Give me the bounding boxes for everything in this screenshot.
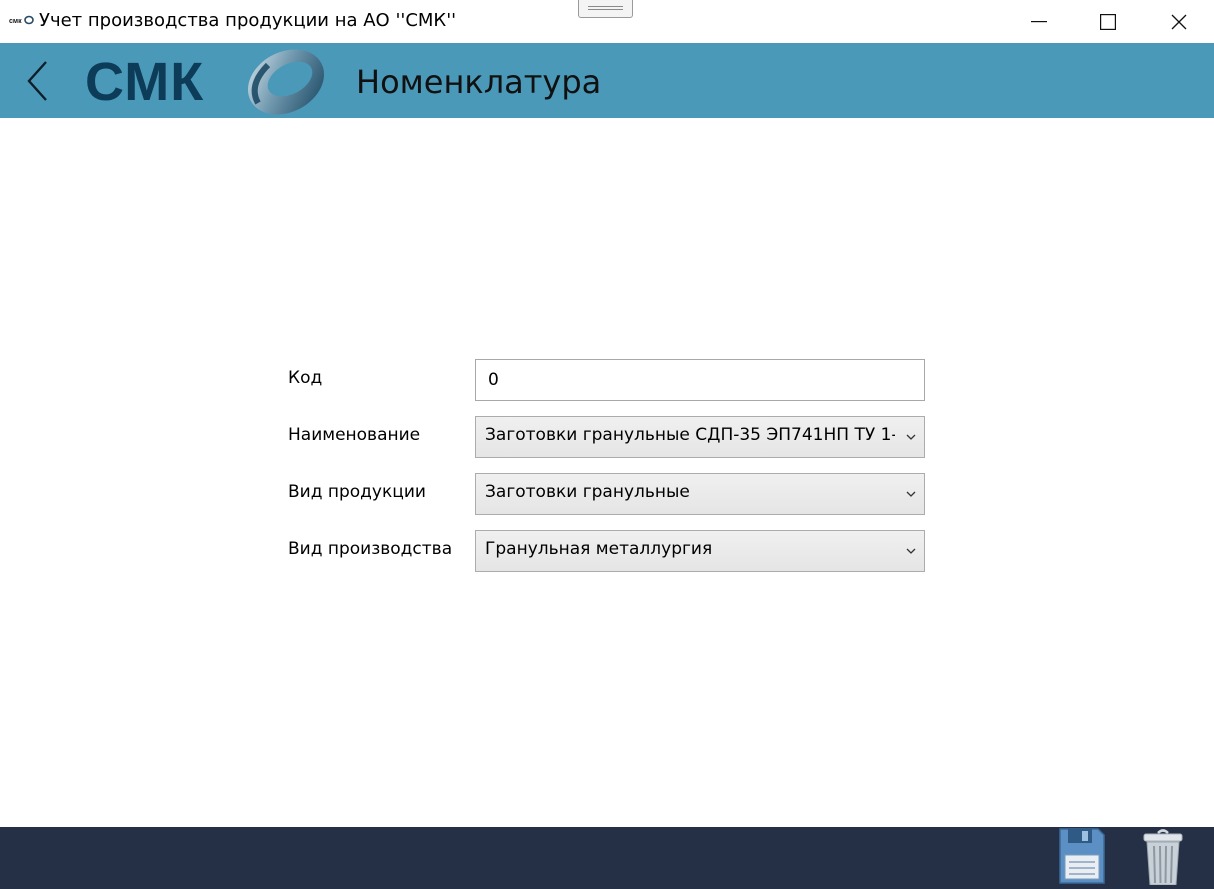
name-combobox-value: Заготовки гранульные СДП-35 ЭП741НП ТУ 1… xyxy=(485,425,895,445)
maximize-icon xyxy=(1100,13,1116,30)
save-button[interactable] xyxy=(1052,827,1110,889)
save-icon xyxy=(1059,828,1105,884)
close-button[interactable] xyxy=(1144,0,1214,43)
minimize-icon xyxy=(1031,20,1047,22)
app-footer xyxy=(0,827,1214,889)
production-type-label: Вид производства xyxy=(288,539,453,559)
drag-handle[interactable] xyxy=(578,0,633,18)
trash-icon xyxy=(1143,829,1183,885)
product-type-combobox[interactable]: Заготовки гранульные xyxy=(475,473,925,515)
app-header: СМК Номенклатура xyxy=(0,43,1214,118)
svg-text:смк: смк xyxy=(9,18,22,25)
product-type-combobox-value: Заготовки гранульные xyxy=(485,482,690,502)
smk-logo-icon: смк xyxy=(9,15,34,25)
window-titlebar: смк Учет производства продукции на АО ''… xyxy=(0,0,1214,43)
chevron-down-icon xyxy=(906,434,916,440)
company-logo: СМК xyxy=(80,45,336,117)
chevron-left-icon xyxy=(27,61,47,101)
logo-ring-icon xyxy=(247,49,325,115)
window-title: Учет производства продукции на АО ''СМК'… xyxy=(39,10,457,31)
back-button[interactable] xyxy=(18,53,58,109)
code-label: Код xyxy=(288,368,323,388)
chevron-down-icon xyxy=(906,491,916,497)
chevron-down-icon xyxy=(906,548,916,554)
logo-text: СМК xyxy=(85,52,205,112)
production-type-combobox-value: Гранульная металлургия xyxy=(485,539,713,559)
code-input[interactable]: 0 xyxy=(475,359,925,401)
delete-button[interactable] xyxy=(1138,827,1188,889)
maximize-button[interactable] xyxy=(1073,0,1143,43)
close-icon xyxy=(1171,14,1187,29)
name-label: Наименование xyxy=(288,425,421,445)
page-title: Номенклатура xyxy=(356,63,602,101)
product-type-label: Вид продукции xyxy=(288,482,426,502)
production-type-combobox[interactable]: Гранульная металлургия xyxy=(475,530,925,572)
name-combobox[interactable]: Заготовки гранульные СДП-35 ЭП741НП ТУ 1… xyxy=(475,416,925,458)
minimize-button[interactable] xyxy=(1004,0,1074,43)
